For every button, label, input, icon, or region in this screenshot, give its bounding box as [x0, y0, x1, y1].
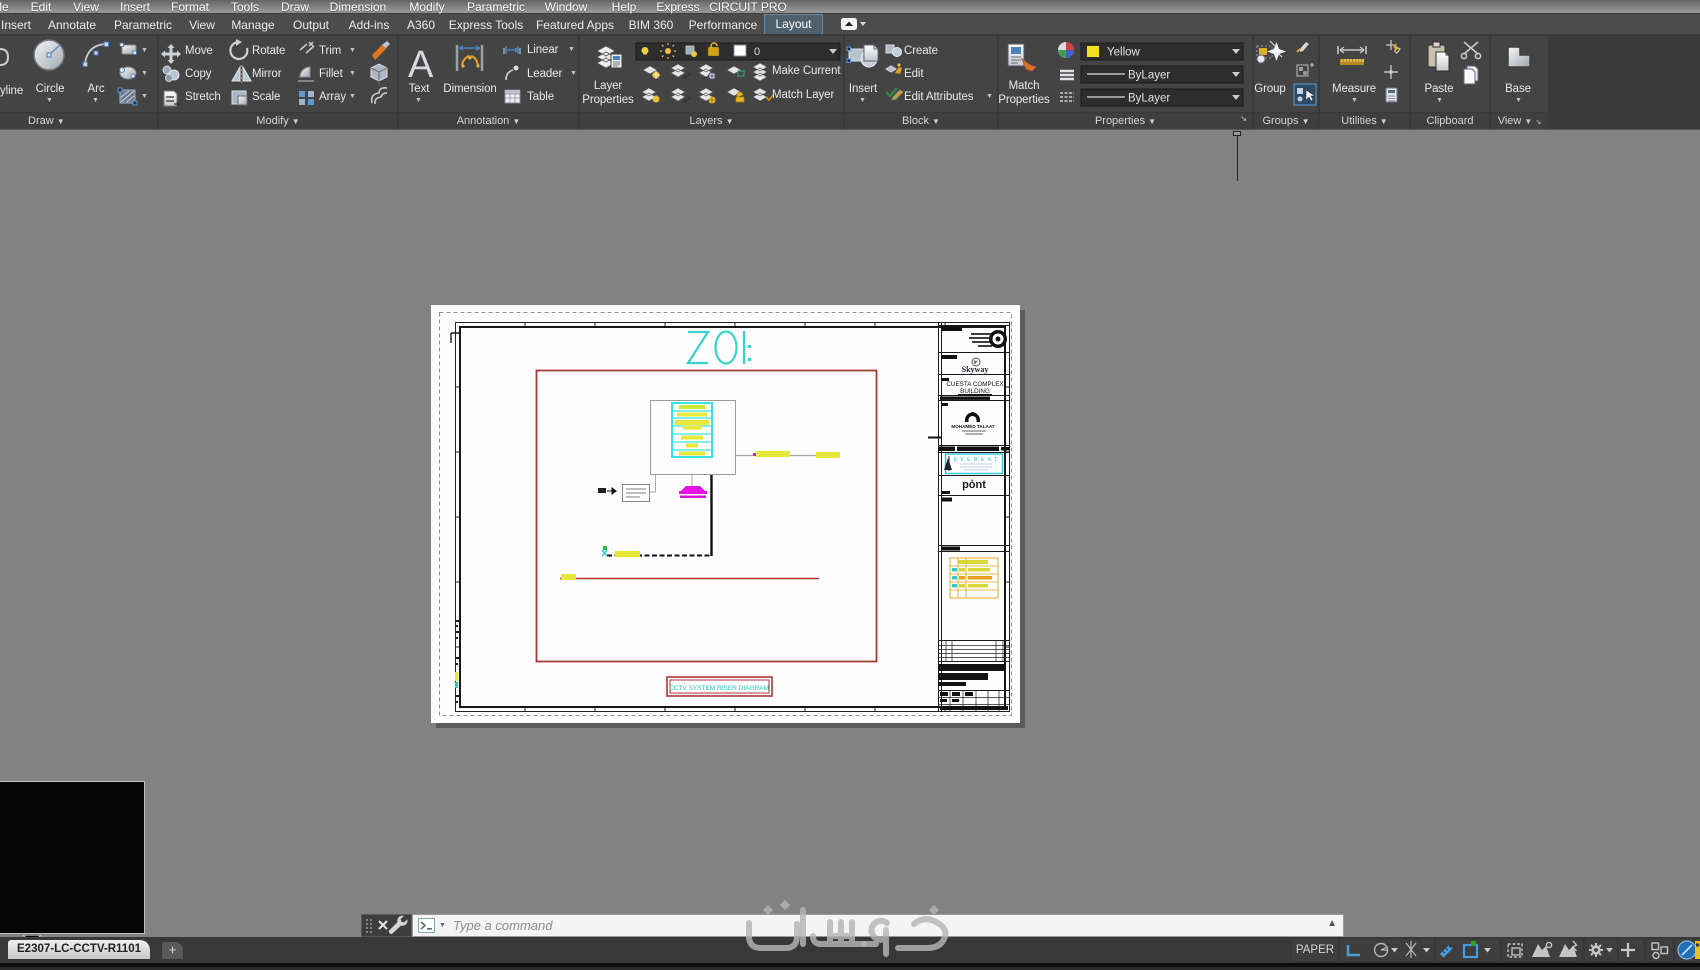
svg-text:Yellow: Yellow	[1107, 47, 1141, 59]
svg-text:BUILDING: BUILDING	[960, 388, 990, 395]
svg-text:E V E R E S T: E V E R E S T	[954, 457, 999, 463]
svg-text:Skyway: Skyway	[962, 365, 989, 374]
svg-text:ByLayer: ByLayer	[1128, 70, 1170, 82]
svg-text:0: 0	[754, 46, 760, 58]
svg-text:A: A	[408, 44, 434, 86]
svg-text:po̊nt: po̊nt	[962, 479, 986, 491]
svg-text:CUESTA COMPLEX: CUESTA COMPLEX	[946, 381, 1004, 388]
svg-text:CCTV SYSTEM RISER DIAGRAM: CCTV SYSTEM RISER DIAGRAM	[669, 685, 769, 692]
svg-text:MOHAMED TALAAT: MOHAMED TALAAT	[951, 424, 994, 429]
svg-text:ByLayer: ByLayer	[1128, 93, 1170, 105]
